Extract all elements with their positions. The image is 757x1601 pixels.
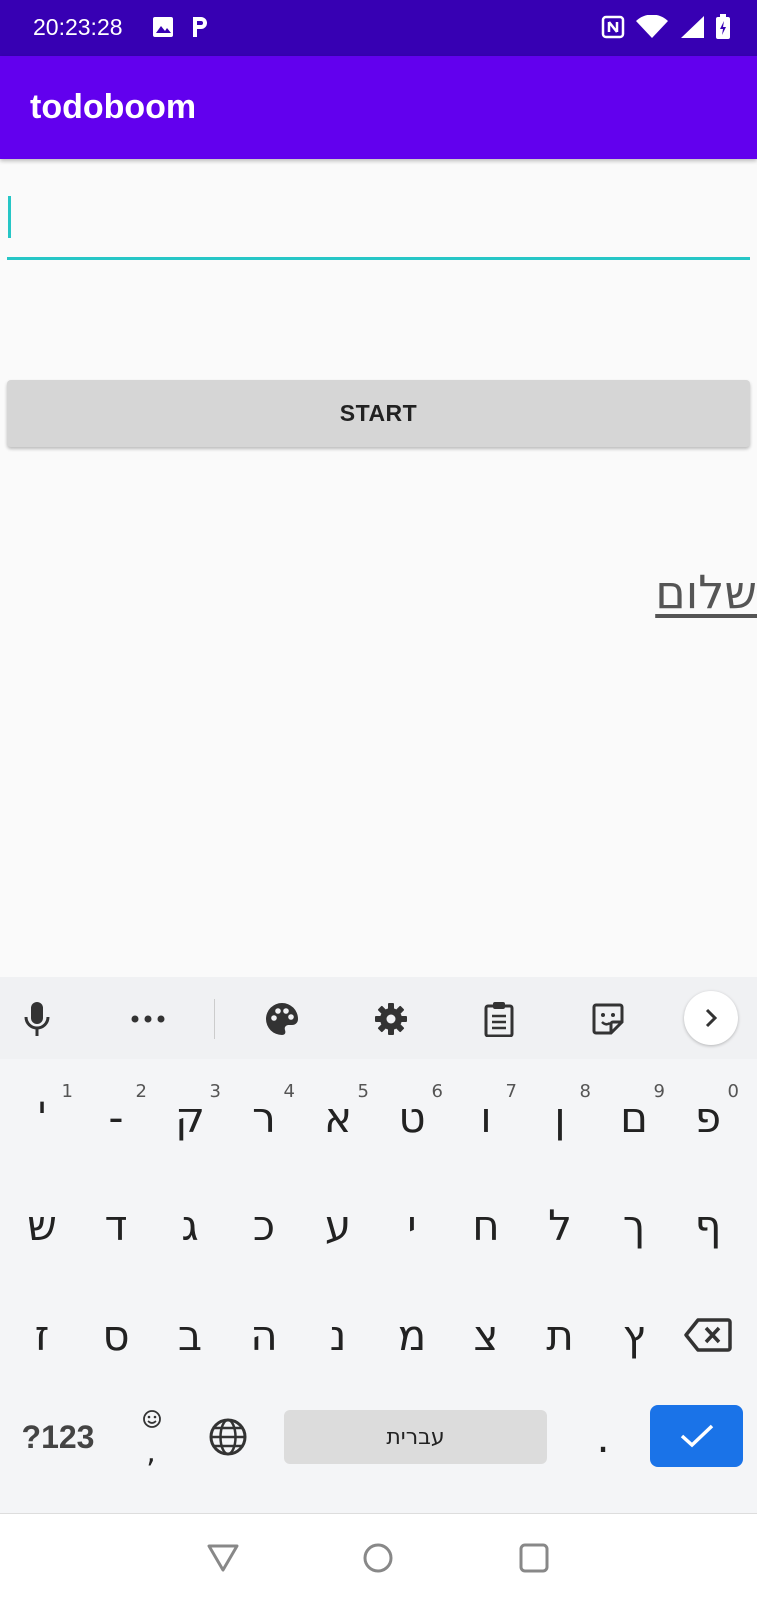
- comma-emoji-key[interactable]: ,: [116, 1387, 186, 1487]
- key-label: פ: [694, 1092, 722, 1142]
- key[interactable]: ת: [525, 1285, 595, 1385]
- key-hint: 5: [357, 1081, 369, 1102]
- language-key[interactable]: [193, 1387, 263, 1487]
- back-icon[interactable]: [205, 1540, 241, 1576]
- key-hint: 3: [209, 1081, 221, 1102]
- app-bar: todoboom: [0, 56, 757, 159]
- palette-icon[interactable]: [260, 997, 304, 1041]
- key[interactable]: ץ: [599, 1285, 669, 1385]
- key[interactable]: א5: [303, 1067, 373, 1167]
- key[interactable]: נ: [303, 1285, 373, 1385]
- key[interactable]: ח: [451, 1175, 521, 1275]
- key-label: -: [108, 1092, 124, 1142]
- key[interactable]: פ0: [673, 1067, 743, 1167]
- key-label: ': [36, 1092, 48, 1142]
- key[interactable]: ו7: [451, 1067, 521, 1167]
- symbols-key[interactable]: ?123: [15, 1387, 101, 1487]
- key-hint: 4: [283, 1081, 295, 1102]
- chevron-right-icon[interactable]: [684, 991, 738, 1045]
- globe-icon: [209, 1418, 247, 1456]
- key-hint: 6: [431, 1081, 443, 1102]
- key[interactable]: צ: [451, 1285, 521, 1385]
- key-label: ר: [252, 1092, 276, 1142]
- key[interactable]: י: [377, 1175, 447, 1275]
- battery-charging-icon: [716, 14, 730, 39]
- key[interactable]: ן8: [525, 1067, 595, 1167]
- key[interactable]: ה: [229, 1285, 299, 1385]
- keyboard-toolbar: [0, 977, 757, 1059]
- key-label: ו: [480, 1092, 492, 1142]
- checkmark-icon: [680, 1424, 713, 1448]
- wifi-icon: [636, 15, 668, 38]
- key-hint: 7: [505, 1081, 517, 1102]
- key[interactable]: ל: [525, 1175, 595, 1275]
- backspace-icon: [684, 1318, 732, 1352]
- period-key[interactable]: .: [568, 1387, 638, 1487]
- todo-input[interactable]: [7, 190, 750, 260]
- status-bar: 20:23:28: [0, 0, 757, 56]
- key[interactable]: ב: [155, 1285, 225, 1385]
- backspace-key[interactable]: [673, 1285, 743, 1385]
- key[interactable]: ג: [155, 1175, 225, 1275]
- enter-key[interactable]: [650, 1405, 743, 1467]
- app-title: todoboom: [30, 88, 197, 126]
- toolbar-divider: [214, 999, 215, 1039]
- key[interactable]: ם9: [599, 1067, 669, 1167]
- key[interactable]: ט6: [377, 1067, 447, 1167]
- status-time: 20:23:28: [33, 14, 123, 40]
- key-hint: 8: [579, 1081, 591, 1102]
- key-label: ט: [398, 1092, 426, 1142]
- signal-icon: [681, 16, 704, 38]
- parking-icon: [193, 17, 207, 37]
- key-label: ם: [620, 1092, 648, 1142]
- key[interactable]: ק3: [155, 1067, 225, 1167]
- settings-icon[interactable]: [369, 997, 413, 1041]
- comma-label: ,: [146, 1434, 156, 1470]
- emoji-icon: [143, 1410, 161, 1428]
- more-icon[interactable]: [126, 997, 170, 1041]
- hebrew-link[interactable]: שלום: [655, 565, 757, 619]
- key[interactable]: ר4: [229, 1067, 299, 1167]
- key[interactable]: ד: [81, 1175, 151, 1275]
- key-hint: 9: [653, 1081, 665, 1102]
- text-cursor: [8, 196, 11, 238]
- key[interactable]: -2: [81, 1067, 151, 1167]
- key[interactable]: מ: [377, 1285, 447, 1385]
- home-icon[interactable]: [360, 1540, 396, 1576]
- key-hint: 2: [135, 1081, 147, 1102]
- key-hint: 0: [727, 1081, 739, 1102]
- key-hint: 1: [61, 1081, 73, 1102]
- key[interactable]: ז: [7, 1285, 77, 1385]
- key[interactable]: ע: [303, 1175, 373, 1275]
- mic-icon[interactable]: [15, 997, 59, 1041]
- key[interactable]: ך: [599, 1175, 669, 1275]
- key[interactable]: ס: [81, 1285, 151, 1385]
- recents-icon[interactable]: [516, 1540, 552, 1576]
- key-label: ן: [554, 1092, 566, 1142]
- start-button[interactable]: START: [7, 380, 750, 447]
- space-key[interactable]: עברית: [284, 1410, 547, 1464]
- key[interactable]: ש: [7, 1175, 77, 1275]
- status-system-icons: [601, 14, 731, 40]
- todo-input-container: [7, 190, 750, 266]
- image-icon: [153, 17, 173, 37]
- key-label: ק: [175, 1092, 205, 1142]
- key[interactable]: כ: [229, 1175, 299, 1275]
- key-label: א: [323, 1092, 353, 1142]
- nfc-icon: [601, 15, 625, 39]
- navigation-bar: [0, 1513, 757, 1601]
- sticker-icon[interactable]: [586, 997, 630, 1041]
- status-notification-icons: [152, 15, 210, 39]
- key[interactable]: ' 1: [7, 1067, 77, 1167]
- clipboard-icon[interactable]: [477, 997, 521, 1041]
- key[interactable]: ף: [673, 1175, 743, 1275]
